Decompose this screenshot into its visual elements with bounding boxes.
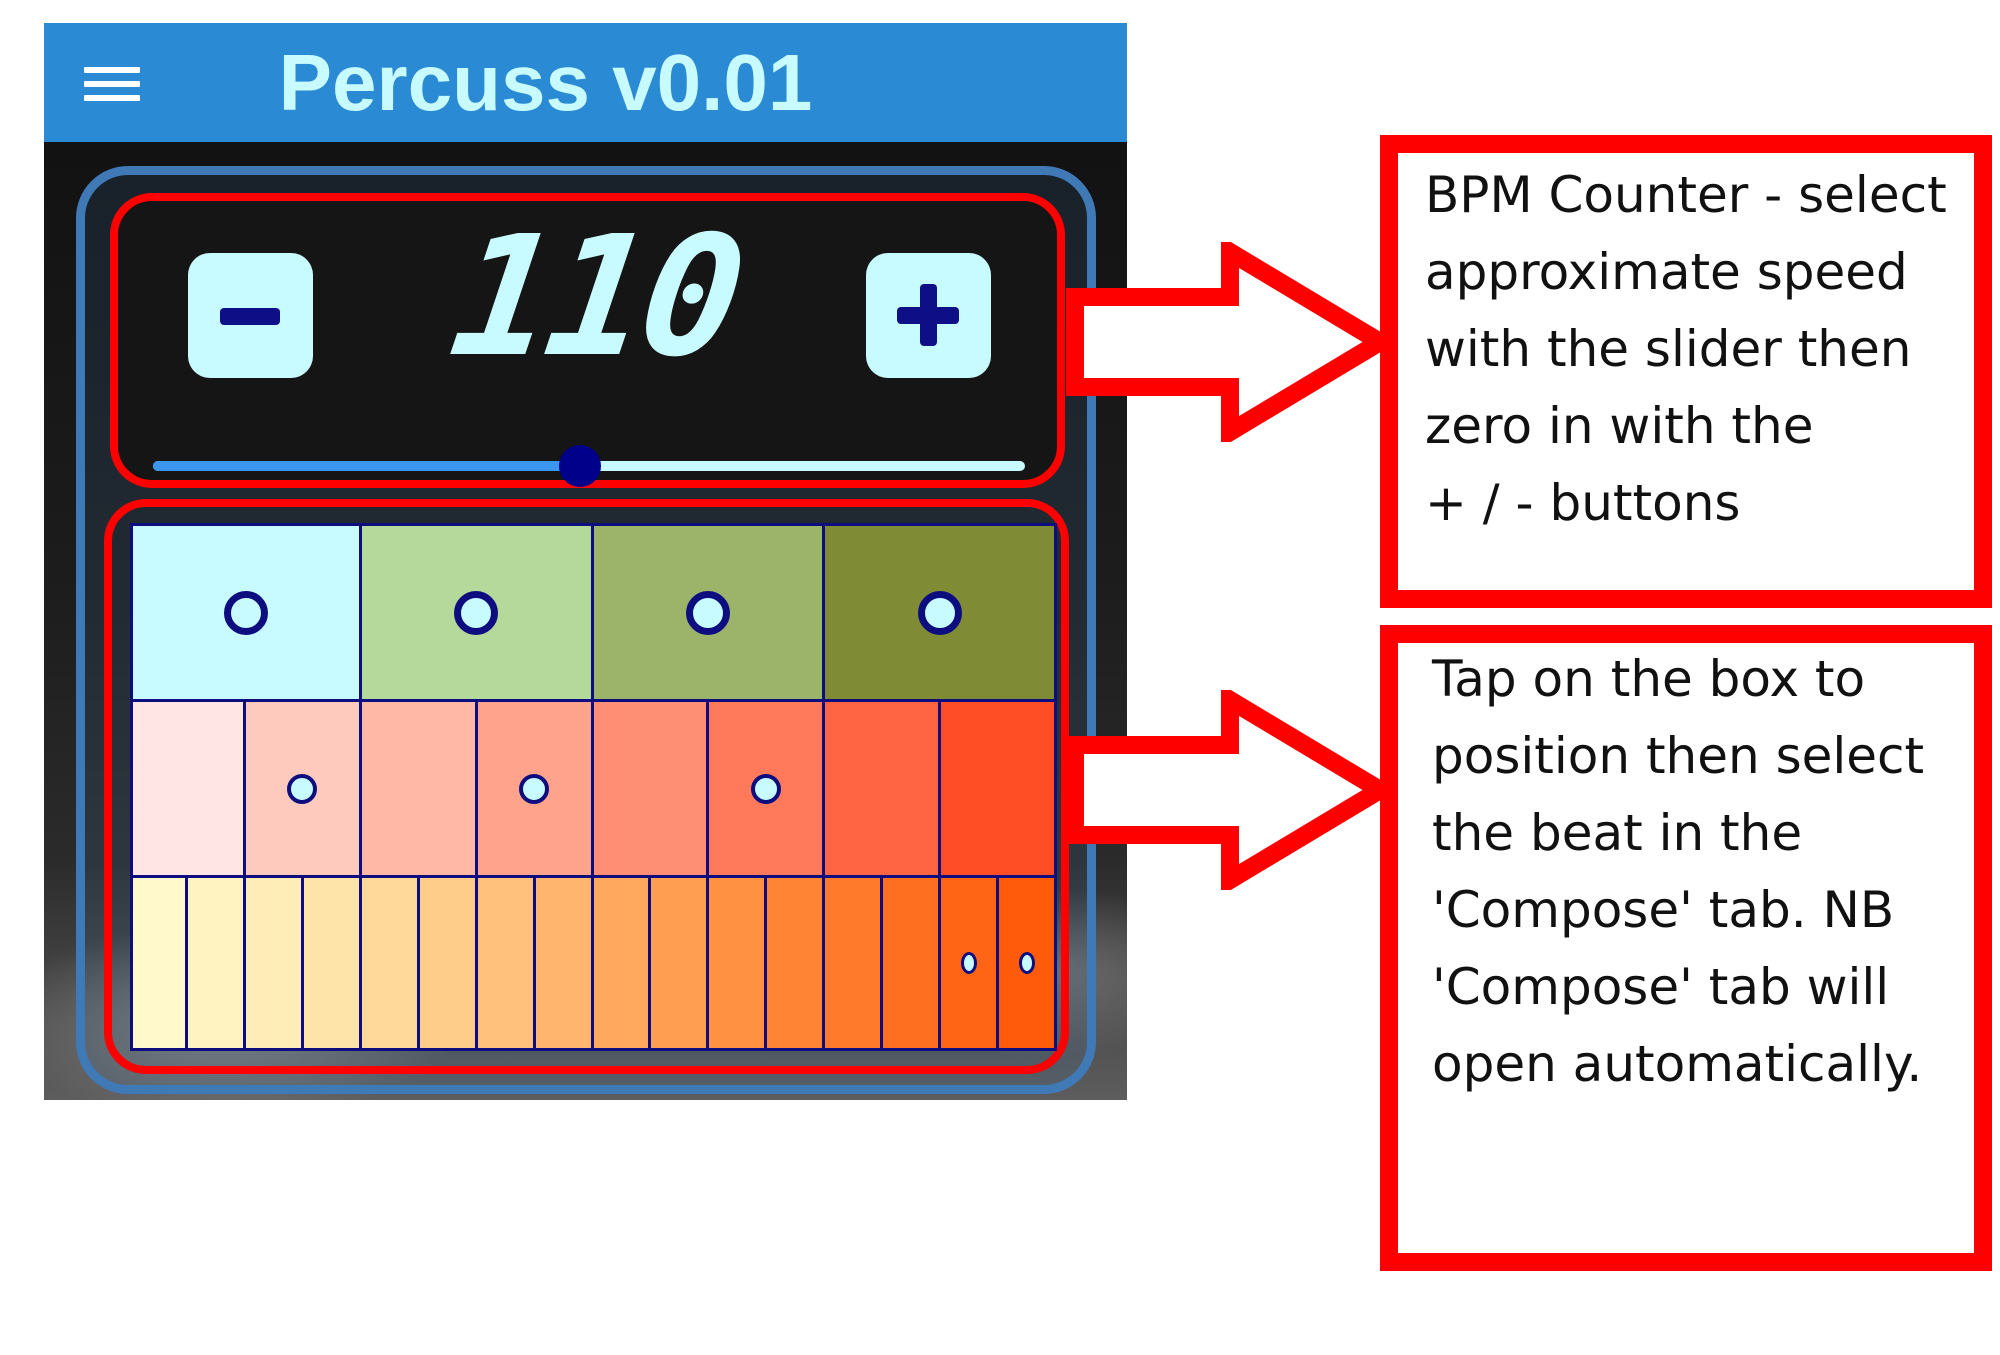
bpm-display: 110 <box>441 201 751 394</box>
arrow-right-icon <box>1066 242 1390 442</box>
beat-row-eighth <box>130 699 1057 875</box>
beat-cell[interactable] <box>825 875 884 1051</box>
beat-cell[interactable] <box>361 523 594 699</box>
beat-marker-icon <box>519 773 550 804</box>
beat-cell[interactable] <box>767 875 826 1051</box>
beat-cell[interactable] <box>245 875 304 1051</box>
arrow-right-icon <box>1066 690 1390 890</box>
app-bar: Percuss v0.01 <box>44 23 1127 142</box>
beat-marker-icon <box>454 590 499 635</box>
beat-marker-icon <box>917 590 962 635</box>
beat-cell[interactable] <box>477 699 594 875</box>
beat-cell[interactable] <box>999 875 1057 1051</box>
beat-grid <box>130 523 1057 1051</box>
beat-grid-panel <box>104 499 1069 1074</box>
beat-marker-icon <box>750 773 781 804</box>
bpm-counter: 110 <box>110 193 1065 488</box>
beat-cell[interactable] <box>593 523 826 699</box>
slider-thumb[interactable] <box>559 445 602 487</box>
decrease-bpm-button[interactable] <box>188 253 313 378</box>
beat-cell[interactable] <box>941 875 1000 1051</box>
beat-cell[interactable] <box>651 875 710 1051</box>
beat-marker-icon <box>685 590 730 635</box>
beat-marker-icon <box>223 590 268 635</box>
beat-marker-icon <box>960 952 977 974</box>
beat-cell[interactable] <box>883 875 942 1051</box>
grid-annotation-text: Tap on the box to position then select t… <box>1432 650 1925 1093</box>
beat-cell[interactable] <box>245 699 362 875</box>
beat-cell[interactable] <box>303 875 362 1051</box>
beat-cell[interactable] <box>709 699 826 875</box>
beat-cell[interactable] <box>709 875 768 1051</box>
minus-icon <box>220 308 280 325</box>
beat-row-quarter <box>130 523 1057 699</box>
increase-bpm-button[interactable] <box>866 253 991 378</box>
beat-cell[interactable] <box>941 699 1057 875</box>
beat-cell[interactable] <box>130 875 188 1051</box>
bpm-annotation-text: BPM Counter - select approximate speed w… <box>1425 166 1947 532</box>
beat-cell[interactable] <box>361 875 420 1051</box>
app-title: Percuss v0.01 <box>278 38 813 127</box>
beat-marker-icon <box>287 773 318 804</box>
beat-cell[interactable] <box>477 875 536 1051</box>
beat-cell[interactable] <box>130 523 362 699</box>
beat-cell[interactable] <box>130 699 246 875</box>
slider-fill <box>153 461 581 471</box>
beat-row-sixteenth <box>130 875 1057 1051</box>
beat-cell[interactable] <box>187 875 246 1051</box>
tempo-slider[interactable] <box>153 445 1025 487</box>
beat-cell[interactable] <box>535 875 594 1051</box>
beat-cell[interactable] <box>361 699 478 875</box>
beat-marker-icon <box>1018 952 1035 974</box>
beat-cell[interactable] <box>593 699 710 875</box>
beat-cell[interactable] <box>593 875 652 1051</box>
beat-cell[interactable] <box>419 875 478 1051</box>
beat-cell[interactable] <box>825 523 1057 699</box>
beat-cell[interactable] <box>825 699 942 875</box>
